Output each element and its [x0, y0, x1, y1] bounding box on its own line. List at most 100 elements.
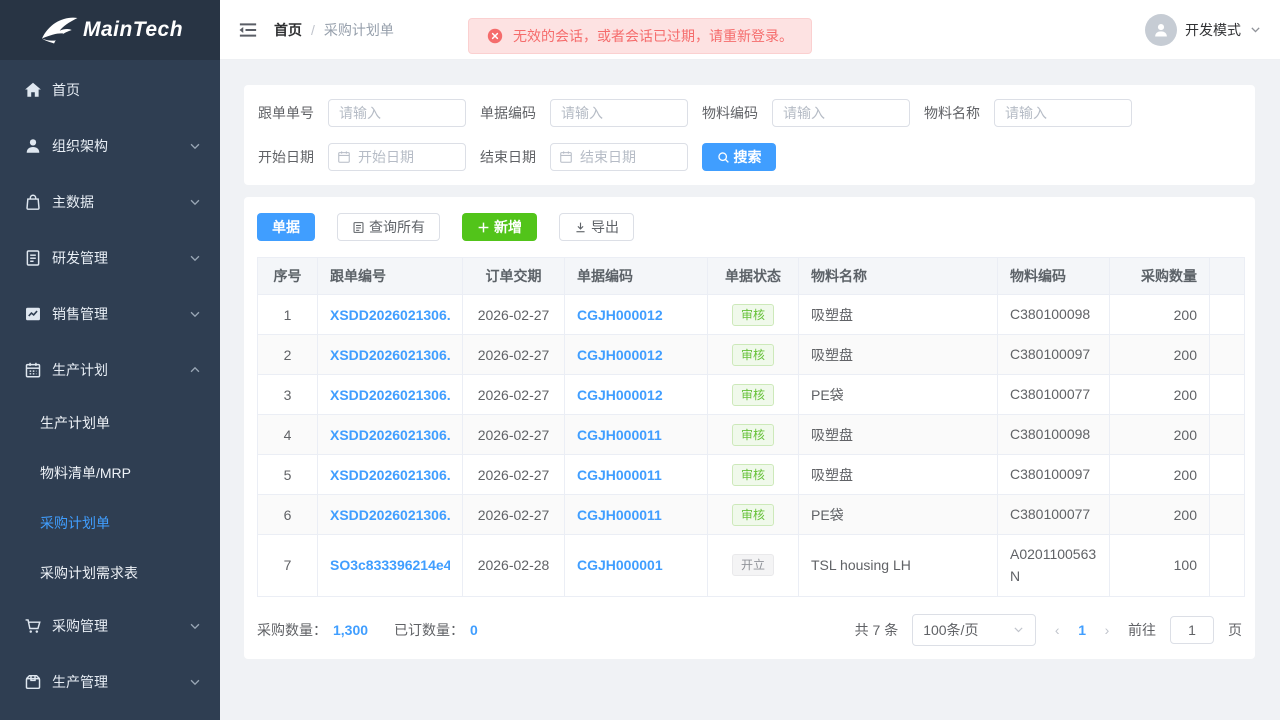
query-all-button[interactable]: 查询所有	[337, 213, 440, 241]
export-button-label: 导出	[591, 217, 619, 237]
doc-no-link[interactable]: CGJH000011	[577, 507, 695, 523]
goto-page-input[interactable]	[1170, 616, 1214, 644]
person-icon	[1152, 21, 1170, 39]
sidebar-item-组织架构[interactable]: 组织架构	[0, 118, 220, 174]
doc-no-cell: CGJH000001	[565, 535, 708, 597]
doc-no-link[interactable]: CGJH000012	[577, 387, 695, 403]
status-badge: 审核	[732, 344, 774, 366]
sidebar-item-销售管理[interactable]: 销售管理	[0, 286, 220, 342]
logo-swoosh-icon	[37, 13, 81, 47]
filter-field-order-no: 跟单单号	[258, 99, 466, 127]
sidebar-subitem-生产计划单[interactable]: 生产计划单	[0, 398, 220, 448]
filter-field-material-name: 物料名称	[924, 99, 1132, 127]
cart-icon	[24, 617, 42, 635]
status-badge: 审核	[732, 424, 774, 446]
doc-no-link[interactable]: CGJH000011	[577, 467, 695, 483]
start-date-placeholder: 开始日期	[358, 147, 414, 167]
order-no-link[interactable]: XSDD2026021306..	[330, 467, 450, 483]
app-root: MainTech 首页组织架构主数据研发管理销售管理生产计划生产计划单物料清单/…	[0, 0, 1280, 720]
filter-row-2: 开始日期 开始日期 结束日期	[258, 143, 1241, 171]
end-date-picker[interactable]: 结束日期	[550, 143, 688, 171]
table-row: 1XSDD2026021306..2026-02-27CGJH000012审核吸…	[258, 295, 1245, 335]
doc-no-link[interactable]: CGJH000011	[577, 427, 695, 443]
filter-field-doc-code: 单据编码	[480, 99, 688, 127]
material-code-input[interactable]	[772, 99, 910, 127]
page-size-value: 100条/页	[923, 620, 1012, 640]
order-no-link[interactable]: SO3c833396214e40	[330, 557, 450, 573]
doc-no-link[interactable]: CGJH000012	[577, 307, 695, 323]
sidebar-item-label: 主数据	[52, 192, 188, 212]
material-code-cell: C380100098	[998, 415, 1110, 455]
row-index: 3	[258, 375, 318, 415]
sidebar-subitem-采购计划单[interactable]: 采购计划单	[0, 498, 220, 548]
order-no-cell: SO3c833396214e40	[318, 535, 463, 597]
sidebar-item-研发管理[interactable]: 研发管理	[0, 230, 220, 286]
purchase-plan-table: 序号跟单编号订单交期单据编码单据状态物料名称物料编码采购数量 1XSDD2026…	[257, 257, 1245, 597]
main-area: 首页 / 采购计划单 开发模式 无效的会话，或者会话已过期，请重新登录。	[220, 0, 1280, 720]
plus-icon	[477, 221, 490, 234]
doc-no-cell: CGJH000011	[565, 455, 708, 495]
material-code-cell: C380100097	[998, 335, 1110, 375]
sidebar-item-label: 生产管理	[52, 672, 188, 692]
prev-page-button[interactable]: ‹	[1050, 622, 1064, 638]
filter-label: 开始日期	[258, 147, 320, 167]
chevron-down-icon	[1249, 23, 1262, 36]
sidebar-item-生产计划[interactable]: 生产计划	[0, 342, 220, 398]
chevron-down-icon	[188, 139, 202, 153]
order-no-link[interactable]: XSDD2026021306..	[330, 427, 450, 443]
extra-cell	[1210, 295, 1245, 335]
order-no-cell: XSDD2026021306..	[318, 295, 463, 335]
add-button[interactable]: 新增	[462, 213, 537, 241]
sidebar-item-首页[interactable]: 首页	[0, 62, 220, 118]
delivery-date-cell: 2026-02-28	[463, 535, 565, 597]
material-code-cell: C380100097	[998, 455, 1110, 495]
sidebar-menu: 首页组织架构主数据研发管理销售管理生产计划生产计划单物料清单/MRP采购计划单采…	[0, 60, 220, 710]
order-no-link[interactable]: XSDD2026021306..	[330, 507, 450, 523]
breadcrumb-home[interactable]: 首页	[274, 20, 302, 40]
order-no-link[interactable]: XSDD2026021306..	[330, 387, 450, 403]
search-button[interactable]: 搜索	[702, 143, 776, 171]
start-date-picker[interactable]: 开始日期	[328, 143, 466, 171]
delivery-date-cell: 2026-02-27	[463, 455, 565, 495]
row-index: 7	[258, 535, 318, 597]
order-no-input[interactable]	[328, 99, 466, 127]
status-badge: 审核	[732, 304, 774, 326]
chevron-down-icon	[188, 675, 202, 689]
sidebar-item-主数据[interactable]: 主数据	[0, 174, 220, 230]
column-header: 单据编码	[565, 258, 708, 295]
status-cell: 审核	[708, 495, 799, 535]
material-name-input[interactable]	[994, 99, 1132, 127]
breadcrumb-current: 采购计划单	[324, 20, 394, 40]
page-size-select[interactable]: 100条/页	[912, 614, 1036, 646]
order-no-link[interactable]: XSDD2026021306..	[330, 347, 450, 363]
material-code-cell: A0201100563N	[998, 535, 1110, 597]
export-button[interactable]: 导出	[559, 213, 634, 241]
material-name-cell: 吸塑盘	[799, 415, 998, 455]
pagination-total: 共 7 条	[855, 620, 899, 640]
row-index: 2	[258, 335, 318, 375]
filter-label: 单据编码	[480, 103, 542, 123]
order-no-link[interactable]: XSDD2026021306..	[330, 307, 450, 323]
doc-no-link[interactable]: CGJH000012	[577, 347, 695, 363]
next-page-button[interactable]: ›	[1100, 622, 1114, 638]
material-name-cell: 吸塑盘	[799, 295, 998, 335]
sidebar-fold-icon[interactable]	[238, 20, 258, 40]
sidebar-item-采购管理[interactable]: 采购管理	[0, 598, 220, 654]
doc-button[interactable]: 单据	[257, 213, 315, 241]
add-button-label: 新增	[494, 217, 522, 237]
ordered-qty-value: 0	[470, 622, 478, 638]
doc-no-link[interactable]: CGJH000001	[577, 557, 695, 573]
user-menu[interactable]: 开发模式	[1145, 14, 1262, 46]
sidebar-subitem-采购计划需求表[interactable]: 采购计划需求表	[0, 548, 220, 598]
sidebar-item-生产管理[interactable]: 生产管理	[0, 654, 220, 710]
sidebar-item-label: 销售管理	[52, 304, 188, 324]
purchase-qty-value: 1,300	[333, 622, 368, 638]
material-name-cell: 吸塑盘	[799, 335, 998, 375]
sidebar-subitem-物料清单/MRP[interactable]: 物料清单/MRP	[0, 448, 220, 498]
delivery-date-cell: 2026-02-27	[463, 495, 565, 535]
delivery-date-cell: 2026-02-27	[463, 375, 565, 415]
page-suffix: 页	[1228, 620, 1242, 640]
status-badge: 审核	[732, 504, 774, 526]
current-page[interactable]: 1	[1078, 622, 1086, 638]
doc-code-input[interactable]	[550, 99, 688, 127]
